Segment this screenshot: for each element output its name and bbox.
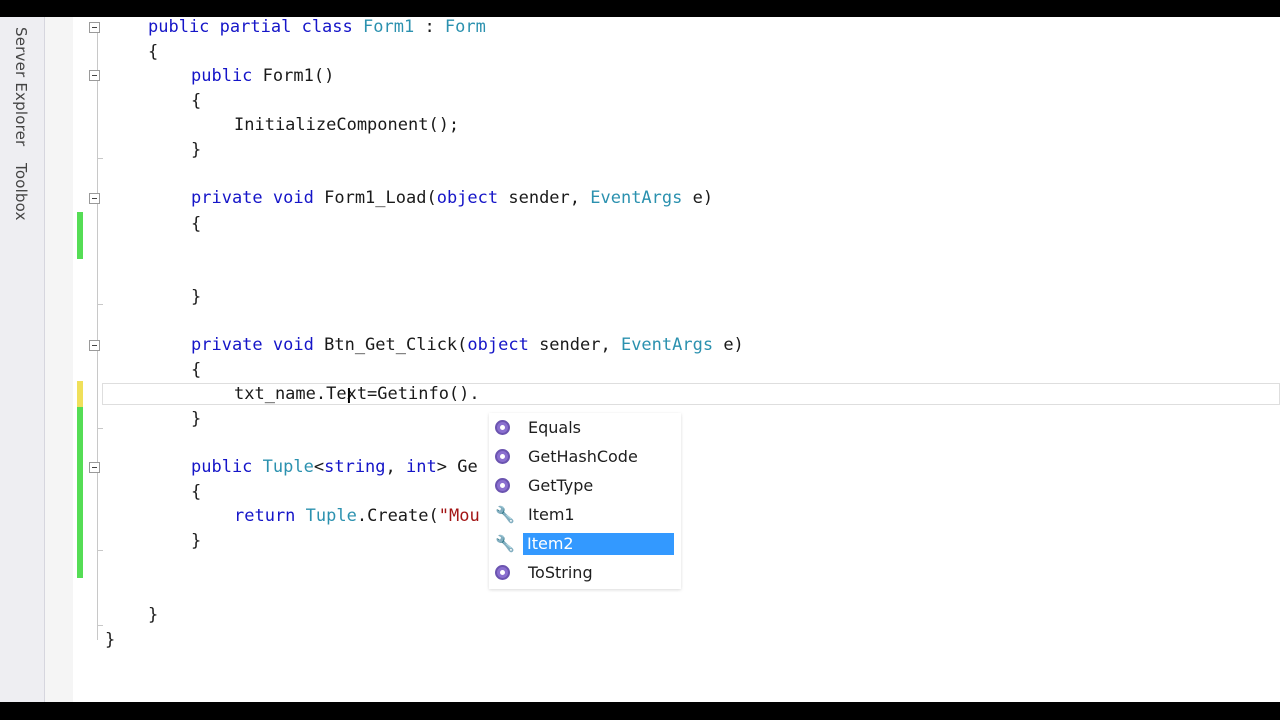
completion-item-equals[interactable]: Equals (489, 413, 681, 442)
completion-item-item1[interactable]: 🔧 Item1 (489, 500, 681, 529)
code-line: private void Form1_Load(object sender, E… (191, 188, 714, 208)
collapse-icon[interactable] (89, 70, 100, 81)
code-line: } (191, 140, 202, 160)
intellisense-popup[interactable]: Equals GetHashCode GetType 🔧 Item1 🔧 Ite… (489, 413, 681, 589)
code-line: { (191, 91, 202, 111)
collapse-icon[interactable] (89, 340, 100, 351)
wrench-icon: 🔧 (495, 534, 515, 553)
code-line: } (191, 531, 202, 551)
wrench-icon: 🔧 (495, 505, 515, 524)
completion-item-item2-selected[interactable]: 🔧 Item2 (489, 529, 681, 558)
side-tool-panel: Server Explorer Toolbox (0, 17, 45, 702)
mouse-ibeam-cursor: I (346, 384, 352, 408)
change-bar-saved (77, 212, 83, 259)
method-icon (495, 565, 510, 580)
code-line: public Form1() (191, 66, 335, 86)
method-icon (495, 420, 510, 435)
code-line: private void Btn_Get_Click(object sender… (191, 335, 744, 355)
outline-guide (97, 30, 98, 640)
completion-item-gethashcode[interactable]: GetHashCode (489, 442, 681, 471)
outline-end-tick (97, 304, 103, 305)
top-black-bar (0, 0, 1280, 17)
code-line: { (191, 360, 202, 380)
collapse-icon[interactable] (89, 193, 100, 204)
collapse-icon[interactable] (89, 22, 100, 33)
code-line: { (191, 482, 202, 502)
code-line: } (105, 630, 116, 650)
code-line: { (191, 214, 202, 234)
toolbox-tab[interactable]: Toolbox (12, 163, 30, 221)
outline-end-tick (97, 158, 103, 159)
change-bar-unsaved (77, 381, 83, 407)
bottom-black-bar (0, 702, 1280, 720)
change-bar-saved (77, 407, 83, 578)
completion-item-gettype[interactable]: GetType (489, 471, 681, 500)
code-line: { (148, 42, 159, 62)
code-line: } (191, 409, 202, 429)
editor-margin (45, 17, 73, 702)
outline-end-tick (97, 428, 103, 429)
server-explorer-tab[interactable]: Server Explorer (12, 27, 30, 146)
code-line: } (148, 605, 159, 625)
outline-end-tick (97, 625, 103, 626)
completion-item-tostring[interactable]: ToString (489, 558, 681, 587)
code-line: public partial class Form1 : Form (148, 17, 486, 37)
code-line: return Tuple.Create("Mou (234, 506, 480, 526)
code-line: } (191, 287, 202, 307)
code-line: InitializeComponent(); (234, 115, 460, 135)
method-icon (495, 449, 510, 464)
outline-end-tick (97, 550, 103, 551)
collapse-icon[interactable] (89, 462, 100, 473)
code-line: public Tuple<string, int> Ge (191, 457, 478, 477)
method-icon (495, 478, 510, 493)
code-line-current[interactable]: txt_name.Text=Getinfo(). (234, 384, 480, 404)
